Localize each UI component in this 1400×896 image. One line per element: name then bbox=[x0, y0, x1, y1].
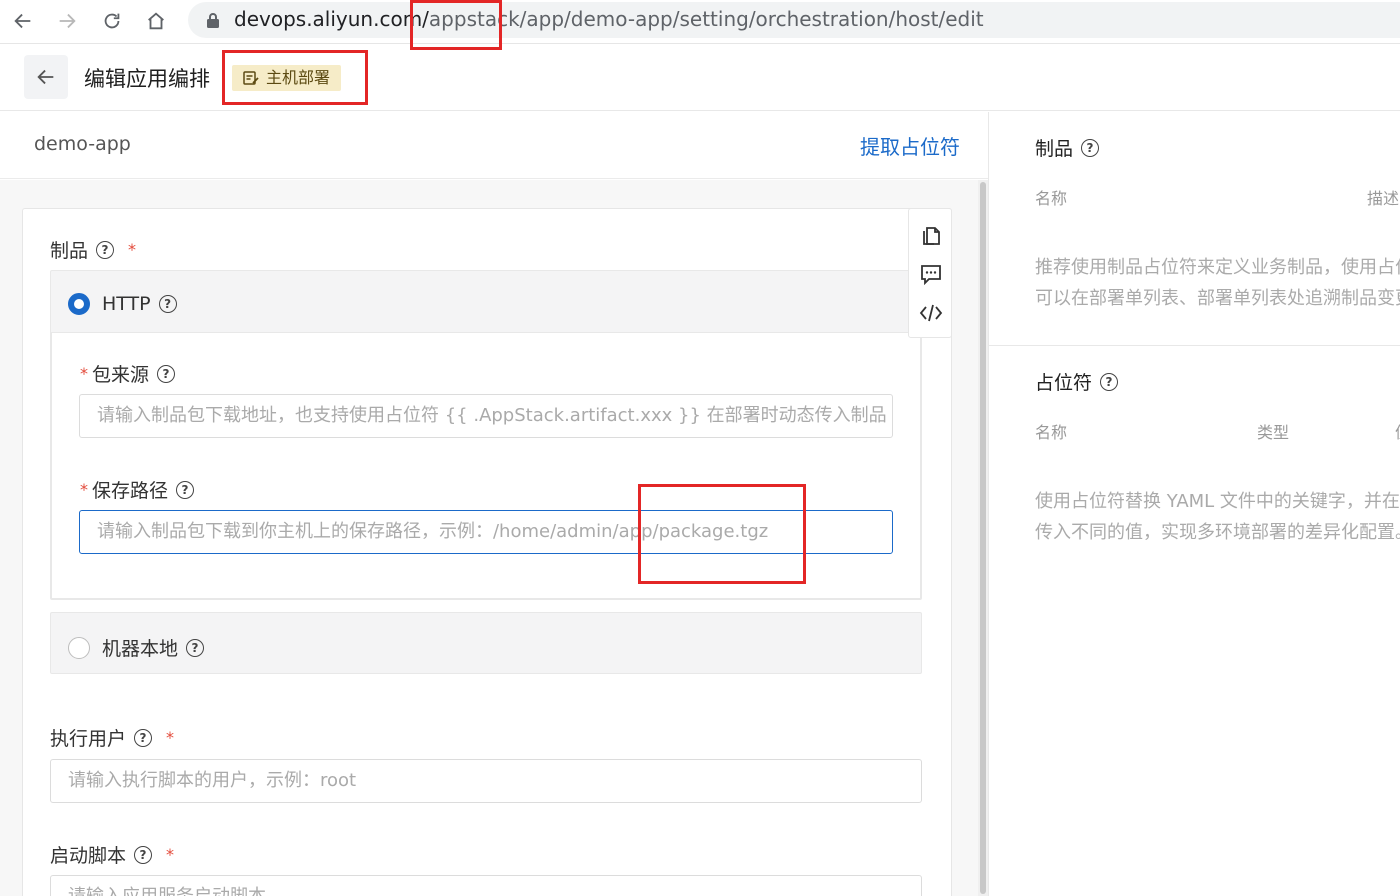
help-icon[interactable]: ? bbox=[134, 728, 153, 747]
http-option-body bbox=[51, 332, 921, 599]
help-icon[interactable]: ? bbox=[1081, 138, 1100, 157]
artifact-empty-desc: 推荐使用制品占位符来定义业务制品，使用占位符后可以在部署单列表、部署单列表处追溯… bbox=[1035, 257, 1400, 309]
local-radio[interactable] bbox=[68, 636, 90, 659]
artifact-title-text: 制品 bbox=[1035, 138, 1074, 160]
required-mark: * bbox=[80, 480, 88, 499]
edit-doc-icon bbox=[243, 71, 259, 85]
placeholder-col-name: 名称 bbox=[1035, 423, 1068, 442]
start-script-input[interactable]: 请输入应用服务启动脚本 bbox=[50, 875, 922, 896]
editor-scrollbar[interactable] bbox=[978, 180, 988, 896]
exec-user-input[interactable]: 请输入执行脚本的用户，示例：root bbox=[50, 759, 922, 803]
copy-icon[interactable] bbox=[919, 223, 943, 247]
help-icon[interactable]: ? bbox=[134, 845, 153, 864]
save-path-input[interactable]: 请输入制品包下载到你主机上的保存路径，示例：/home/admin/app/pa… bbox=[79, 510, 893, 554]
forward-nav-icon[interactable] bbox=[52, 6, 82, 36]
reload-icon[interactable] bbox=[97, 6, 127, 36]
page-title: 编辑应用编排 bbox=[84, 67, 210, 91]
editor-side-toolbar bbox=[908, 208, 952, 338]
script-label-text: 启动脚本 bbox=[50, 845, 127, 867]
artifact-col-name: 名称 bbox=[1035, 189, 1068, 208]
required-mark: * bbox=[166, 845, 175, 864]
placeholder-col-type: 类型 bbox=[1257, 423, 1290, 442]
back-button[interactable] bbox=[24, 55, 68, 99]
address-bar[interactable]: devops.aliyun.com/appstack/app/demo-app/… bbox=[188, 2, 1400, 38]
home-icon[interactable] bbox=[141, 6, 171, 36]
local-option-label: 机器本地 bbox=[102, 638, 179, 660]
placeholder-empty-desc: 使用占位符替换 YAML 文件中的关键字，并在部署时传入不同的值，实现多环境部署… bbox=[1035, 491, 1400, 543]
placeholder-col-value: 值 bbox=[1395, 419, 1400, 443]
url-text: devops.aliyun.com/appstack/app/demo-app/… bbox=[234, 7, 984, 31]
required-mark: * bbox=[128, 240, 137, 259]
help-icon[interactable]: ? bbox=[176, 480, 195, 499]
path-field-label: * 保存路径 ? bbox=[80, 476, 195, 503]
source-input[interactable]: 请输入制品包下载地址，也支持使用占位符 {{ .AppStack.artifac… bbox=[79, 394, 893, 438]
arrow-left-icon bbox=[37, 69, 54, 85]
back-nav-icon[interactable] bbox=[8, 6, 38, 36]
required-mark: * bbox=[166, 728, 175, 747]
code-icon[interactable] bbox=[919, 301, 943, 325]
extract-placeholder-link[interactable]: 提取占位符 bbox=[860, 131, 960, 160]
user-label-text: 执行用户 bbox=[50, 728, 127, 750]
browser-toolbar: devops.aliyun.com/appstack/app/demo-app/… bbox=[0, 0, 1400, 44]
artifact-label-text: 制品 bbox=[50, 240, 89, 262]
url-path: appstack/app/demo-app/setting/orchestrat… bbox=[428, 7, 984, 31]
scrollbar-thumb[interactable] bbox=[980, 182, 986, 894]
lock-icon bbox=[207, 13, 219, 28]
comment-icon[interactable] bbox=[919, 262, 943, 286]
deploy-type-label: 主机部署 bbox=[266, 68, 331, 87]
http-radio[interactable] bbox=[68, 293, 90, 315]
help-icon[interactable]: ? bbox=[158, 295, 177, 313]
help-icon[interactable]: ? bbox=[1100, 372, 1119, 391]
http-option[interactable]: HTTP ? bbox=[68, 293, 177, 315]
help-icon[interactable]: ? bbox=[96, 240, 115, 259]
placeholder-title-text: 占位符 bbox=[1035, 372, 1093, 394]
script-field-label: 启动脚本 ? * bbox=[50, 841, 174, 868]
app-header: 编辑应用编排 主机部署 bbox=[0, 45, 1400, 111]
help-icon[interactable]: ? bbox=[186, 638, 205, 657]
required-mark: * bbox=[80, 364, 88, 383]
source-field-label: * 包来源 ? bbox=[80, 360, 176, 387]
source-label-text: 包来源 bbox=[92, 364, 150, 386]
deploy-type-tag: 主机部署 bbox=[232, 65, 342, 91]
help-icon[interactable]: ? bbox=[157, 364, 176, 383]
local-option[interactable]: 机器本地 ? bbox=[68, 634, 205, 661]
app-name: demo-app bbox=[34, 133, 131, 155]
artifact-col-desc: 描述 bbox=[1367, 189, 1400, 208]
editor-header: demo-app 提取占位符 bbox=[0, 112, 988, 179]
http-option-label: HTTP bbox=[102, 293, 151, 315]
artifact-field-label: 制品 ? * bbox=[50, 236, 136, 263]
user-field-label: 执行用户 ? * bbox=[50, 724, 174, 751]
placeholder-section-title: 占位符 ? bbox=[1035, 368, 1119, 395]
path-label-text: 保存路径 bbox=[92, 480, 169, 502]
artifact-section-title: 制品 ? bbox=[1035, 134, 1100, 161]
url-host: devops.aliyun.com/ bbox=[234, 7, 429, 31]
reference-panel: 制品 ? 名称 描述 推荐使用制品占位符来定义业务制品，使用占位符后可以在部署单… bbox=[988, 112, 1400, 896]
section-divider bbox=[989, 345, 1400, 346]
